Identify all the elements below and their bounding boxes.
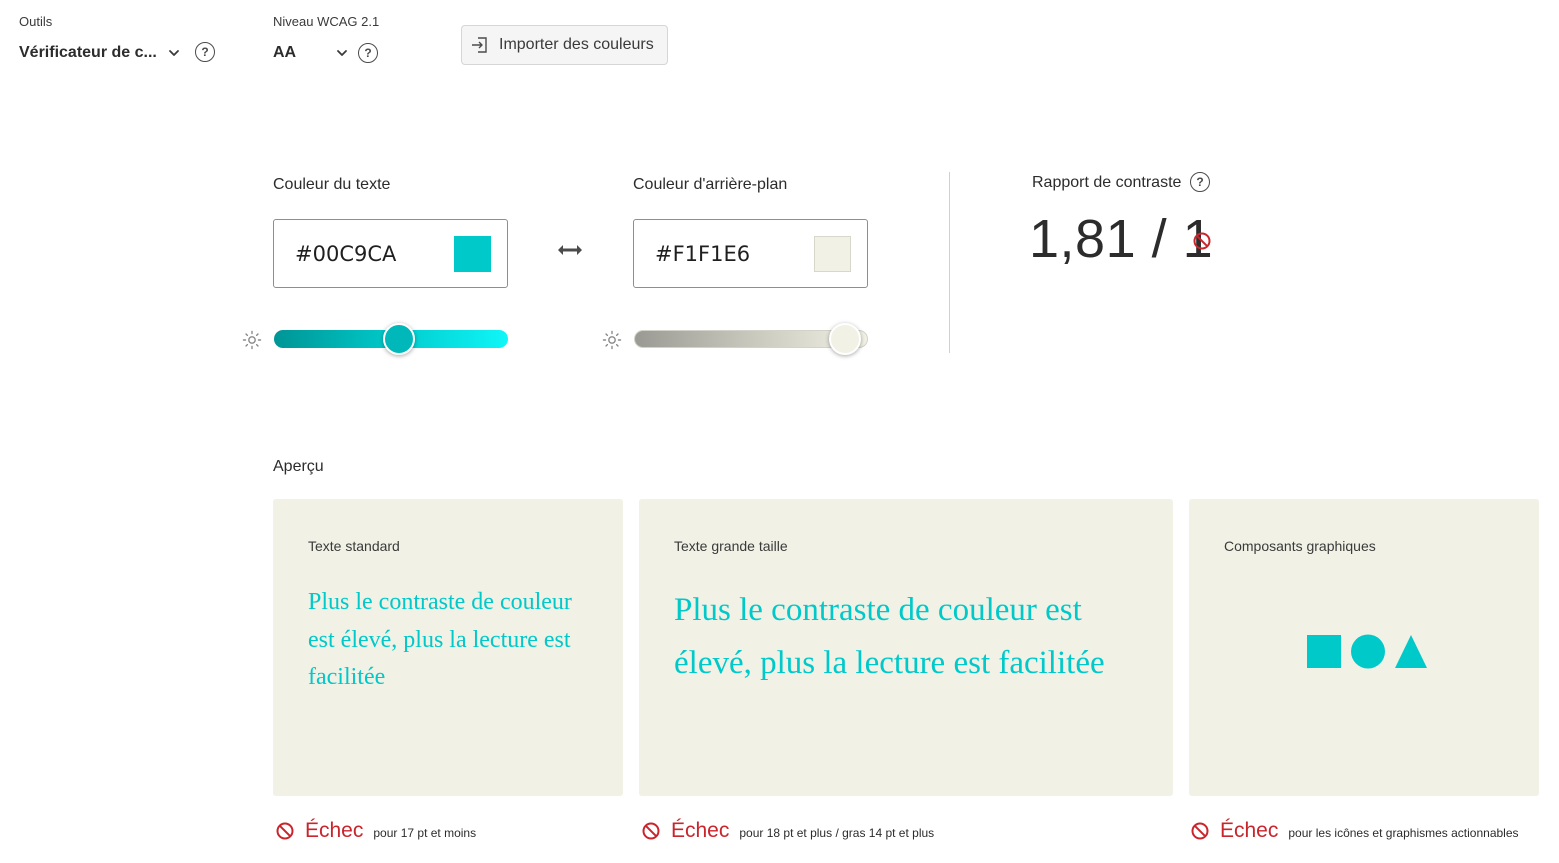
large-text-status: Échec pour 18 pt et plus / gras 14 pt et… [641, 819, 934, 843]
contrast-ratio-value: 1,81 / 1 [1029, 209, 1214, 269]
large-text-sample: Plus le contraste de couleur est élevé, … [674, 592, 1105, 681]
graphic-components-card: Composants graphiques [1189, 499, 1539, 796]
text-brightness-slider-thumb[interactable] [383, 323, 415, 355]
chevron-down-icon [169, 50, 179, 56]
fail-status: Échec [305, 819, 364, 842]
wcag-help-icon[interactable]: ? [358, 43, 378, 63]
text-color-hex: #00C9CA [295, 242, 397, 266]
graphic-shapes [1307, 634, 1427, 669]
chevron-down-icon [337, 50, 347, 56]
graphic-components-status: Échec pour les icônes et graphismes acti… [1190, 819, 1519, 843]
tools-picker[interactable]: Vérificateur de c... [19, 40, 219, 68]
wcag-level-value: AA [273, 44, 297, 61]
text-color-label: Couleur du texte [273, 176, 391, 193]
tools-help-icon[interactable]: ? [195, 42, 215, 62]
standard-text-sample: Plus le contraste de couleur est élevé, … [308, 589, 572, 690]
swap-colors-icon[interactable] [557, 243, 583, 257]
text-color-swatch[interactable] [454, 236, 491, 272]
square-shape-icon [1307, 635, 1341, 668]
brightness-icon [242, 330, 262, 350]
triangle-shape-icon [1395, 635, 1427, 668]
standard-text-status: Échec pour 17 pt et moins [275, 819, 476, 843]
fail-status: Échec [1220, 819, 1279, 842]
card-title: Texte grande taille [674, 538, 788, 554]
fail-description: pour 17 pt et moins [373, 826, 477, 840]
card-title: Composants graphiques [1224, 538, 1376, 554]
fail-status: Échec [671, 819, 730, 842]
preview-label: Aperçu [273, 458, 324, 475]
background-brightness-slider-thumb[interactable] [829, 323, 861, 355]
tools-picker-value: Vérificateur de c... [19, 44, 157, 61]
import-icon [472, 37, 487, 53]
fail-description: pour les icônes et graphismes actionnabl… [1288, 826, 1519, 840]
background-color-hex: #F1F1E6 [655, 242, 751, 266]
standard-text-card: Texte standard Plus le contraste de coul… [273, 499, 623, 796]
contrast-help-icon[interactable]: ? [1190, 172, 1210, 192]
background-color-label: Couleur d'arrière-plan [633, 176, 788, 193]
fail-description: pour 18 pt et plus / gras 14 pt et plus [739, 826, 935, 840]
text-color-input[interactable]: #00C9CA [273, 219, 508, 288]
large-text-card: Texte grande taille Plus le contraste de… [639, 499, 1173, 796]
contrast-ratio-label: Rapport de contraste [1032, 174, 1182, 191]
fail-icon [276, 822, 294, 840]
tools-label: Outils [19, 14, 53, 29]
fail-icon [1191, 822, 1209, 840]
brightness-icon [602, 330, 622, 350]
circle-shape-icon [1351, 634, 1385, 669]
fail-icon [1193, 232, 1211, 250]
background-color-swatch[interactable] [814, 236, 851, 272]
section-divider [949, 172, 950, 353]
background-color-input[interactable]: #F1F1E6 [633, 219, 868, 288]
import-colors-button[interactable]: Importer des couleurs [461, 25, 668, 65]
import-colors-label: Importer des couleurs [499, 36, 654, 53]
wcag-level-picker[interactable]: AA [273, 40, 355, 68]
fail-icon [642, 822, 660, 840]
wcag-level-label: Niveau WCAG 2.1 [273, 14, 380, 29]
card-title: Texte standard [308, 538, 400, 554]
